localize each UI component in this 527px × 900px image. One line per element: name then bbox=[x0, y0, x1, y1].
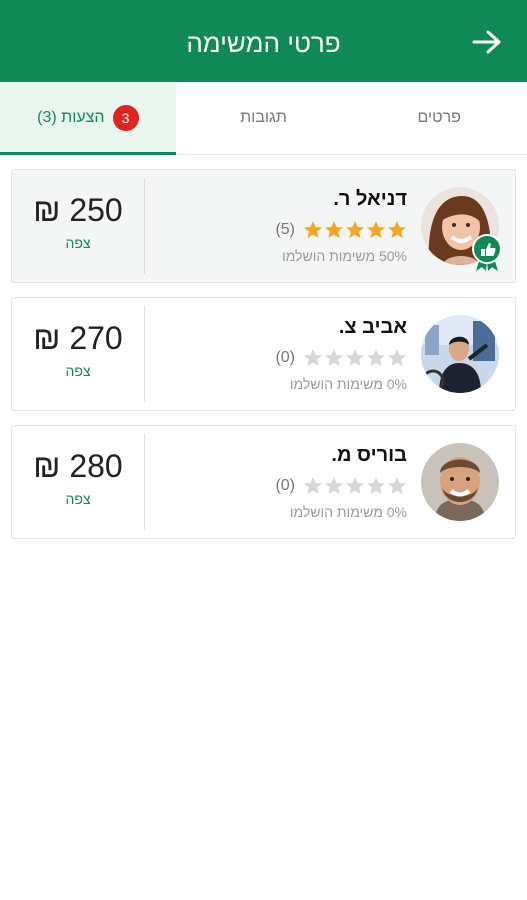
page-title: פרטי המשימה bbox=[186, 28, 341, 58]
offer-price: 280 ₪ bbox=[33, 448, 123, 484]
tab-comments[interactable]: תגובות bbox=[176, 82, 352, 154]
price-box: 280 ₪ צפה bbox=[12, 426, 144, 538]
tab-details[interactable]: פרטים bbox=[351, 82, 527, 154]
offers-count-badge: 3 bbox=[112, 105, 139, 131]
star-empty-icon bbox=[388, 477, 406, 494]
star-empty-icon bbox=[388, 349, 406, 366]
divider bbox=[144, 434, 145, 530]
completion-rate: 0% משימות הושלמו bbox=[289, 376, 407, 392]
star-empty-icon bbox=[325, 477, 343, 494]
tab-offers[interactable]: 3 הצעות (3) bbox=[0, 82, 176, 155]
view-offer-link[interactable]: צפה bbox=[12, 235, 144, 251]
tab-bar: פרטים תגובות 3 הצעות (3) bbox=[0, 82, 527, 155]
star-rating bbox=[303, 348, 407, 368]
price-box: 250 ₪ צפה bbox=[12, 170, 144, 282]
smiling-man-avatar-icon bbox=[421, 443, 499, 521]
star-filled-icon bbox=[388, 221, 406, 238]
star-rating bbox=[303, 476, 407, 496]
offer-info: אביב צ. (0) 0% משימות הושלמו bbox=[147, 316, 407, 392]
tab-comments-label: תגובות bbox=[240, 109, 287, 126]
price-box: 270 ₪ צפה bbox=[12, 298, 144, 410]
tab-details-label: פרטים bbox=[417, 109, 461, 126]
tab-offers-label: הצעות (3) bbox=[37, 109, 105, 126]
star-filled-icon bbox=[346, 221, 364, 238]
divider bbox=[144, 178, 145, 274]
offer-card[interactable]: אביב צ. (0) 0% משימות הושלמו 270 ₪ צפה bbox=[11, 297, 516, 411]
star-filled-icon bbox=[367, 221, 385, 238]
star-empty-icon bbox=[304, 349, 322, 366]
star-empty-icon bbox=[346, 477, 364, 494]
offer-card[interactable]: דניאל ר. (5) 50% משימות הושלמו 250 ₪ צפה bbox=[11, 169, 516, 283]
star-empty-icon bbox=[346, 349, 364, 366]
arrow-right-icon bbox=[472, 30, 501, 54]
rating-row: (0) bbox=[147, 348, 407, 368]
star-empty-icon bbox=[367, 477, 385, 494]
rating-count: (5) bbox=[275, 221, 295, 238]
rating-count: (0) bbox=[275, 349, 295, 366]
offer-price: 250 ₪ bbox=[33, 192, 123, 228]
divider bbox=[144, 306, 145, 402]
rating-row: (0) bbox=[147, 476, 407, 496]
tasker-name: דניאל ר. bbox=[333, 188, 407, 210]
avatar bbox=[421, 315, 499, 393]
rating-count: (0) bbox=[275, 477, 295, 494]
star-empty-icon bbox=[304, 477, 322, 494]
star-filled-icon bbox=[304, 221, 322, 238]
completion-rate: 0% משימות הושלמו bbox=[289, 504, 407, 520]
man-with-bicycle-avatar-icon bbox=[421, 315, 499, 393]
star-rating bbox=[303, 220, 407, 240]
star-filled-icon bbox=[325, 221, 343, 238]
offer-info: דניאל ר. (5) 50% משימות הושלמו bbox=[147, 188, 407, 264]
offer-info: בוריס מ. (0) 0% משימות הושלמו bbox=[147, 444, 407, 520]
avatar bbox=[421, 443, 499, 521]
offer-card[interactable]: בוריס מ. (0) 0% משימות הושלמו 280 ₪ צפה bbox=[11, 425, 516, 539]
rating-row: (5) bbox=[147, 220, 407, 240]
tasker-name: אביב צ. bbox=[338, 316, 407, 338]
completion-rate: 50% משימות הושלמו bbox=[282, 248, 407, 264]
tasker-name: בוריס מ. bbox=[331, 444, 407, 466]
star-empty-icon bbox=[325, 349, 343, 366]
offer-price: 270 ₪ bbox=[33, 320, 123, 356]
back-button[interactable] bbox=[469, 24, 505, 60]
star-empty-icon bbox=[367, 349, 385, 366]
view-offer-link[interactable]: צפה bbox=[12, 363, 144, 379]
view-offer-link[interactable]: צפה bbox=[12, 491, 144, 507]
app-header: פרטי המשימה bbox=[0, 0, 527, 82]
verified-award-icon bbox=[471, 234, 503, 272]
offers-list: דניאל ר. (5) 50% משימות הושלמו 250 ₪ צפה bbox=[0, 155, 527, 539]
